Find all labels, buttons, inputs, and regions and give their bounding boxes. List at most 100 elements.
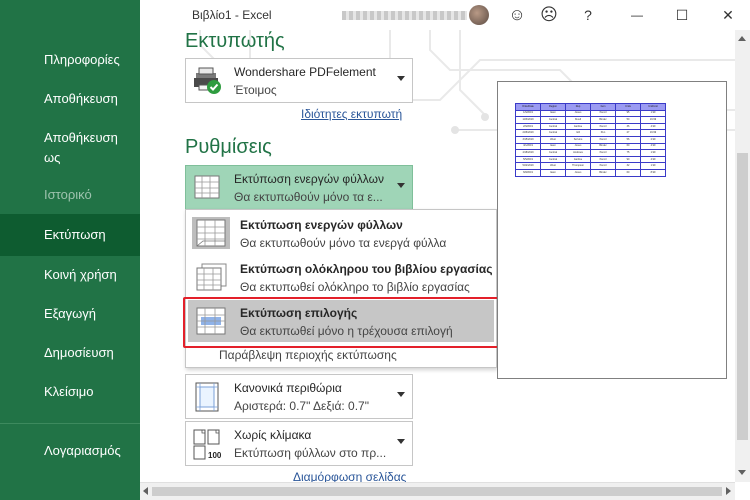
preview-cell: Central — [540, 155, 566, 164]
preview-row: 2/9/2019 Central Jardine Pencil 36 4.99 — [515, 122, 666, 131]
preview-cell: 19.99 — [640, 129, 666, 137]
nav-print[interactable]: Εκτύπωση — [0, 214, 140, 256]
scroll-left-icon[interactable] — [143, 487, 148, 495]
nav-share[interactable]: Κοινή χρήση — [0, 265, 140, 285]
preview-cell: Central — [540, 129, 566, 137]
preview-cell: Central — [540, 149, 566, 157]
preview-cell: 8.99 — [640, 168, 666, 177]
print-preview-page: OrderDate Region Rep Item Units UnitCost 1/6/2… — [497, 81, 727, 379]
help-button[interactable]: ? — [577, 4, 599, 26]
entire-workbook-icon — [196, 263, 227, 291]
menu-item-print-active-sheets[interactable]: Εκτύπωση ενεργών φύλλων Θα εκτυπωθούν μό… — [188, 212, 494, 254]
vertical-scrollbar[interactable] — [735, 30, 750, 482]
printer-name: Wondershare PDFelement — [234, 65, 376, 79]
minimize-button[interactable]: — — [626, 4, 648, 26]
vertical-scroll-thumb[interactable] — [737, 153, 748, 440]
preview-cell: Jones — [565, 168, 591, 177]
menu-item-title: Εκτύπωση ενεργών φύλλων — [240, 218, 403, 232]
nav-account[interactable]: Λογαριασμός — [0, 441, 140, 461]
menu-item-print-selection[interactable]: Εκτύπωση επιλογής Θα εκτυπωθεί μόνο η τρ… — [188, 300, 494, 342]
preview-cell: 4.99 — [640, 155, 666, 164]
preview-cell: Sorvino — [565, 135, 591, 144]
preview-cell: Andrews — [565, 149, 591, 157]
nav-export[interactable]: Εξαγωγή — [0, 304, 140, 324]
preview-cell: West — [540, 162, 566, 170]
preview-table: OrderDate Region Rep Item Units UnitCost 1/6/2… — [515, 103, 666, 177]
scaling-icon-label: 100 — [208, 451, 222, 460]
preview-cell: 90 — [615, 155, 641, 164]
preview-row: 4/18/2019 Central Andrews Pencil 75 1.99 — [515, 149, 666, 157]
menu-item-title: Εκτύπωση επιλογής — [240, 306, 358, 320]
window-title: Βιβλίο1 - Excel — [192, 8, 272, 22]
preview-cell: Central — [540, 122, 566, 131]
preview-cell: Jardine — [565, 122, 591, 131]
nav-save-as[interactable]: Αποθήκευση ως — [0, 128, 140, 168]
frown-icon[interactable]: ☹ — [538, 4, 560, 26]
preview-cell: Item — [590, 103, 616, 111]
nav-info[interactable]: Πληροφορίες — [0, 50, 140, 70]
menu-item-print-entire-workbook[interactable]: Εκτύπωση ολόκληρου του βιβλίου εργασίας … — [188, 256, 494, 298]
preview-row: 3/15/2019 West Sorvino Pencil 56 2.99 — [515, 135, 666, 144]
preview-cell: 50 — [615, 116, 641, 124]
menu-item-desc: Θα εκτυπωθούν μόνο τα ενεργά φύλλα — [240, 236, 447, 250]
preview-cell: Kivell — [565, 116, 591, 124]
user-avatar[interactable] — [469, 5, 489, 25]
preview-cell: Pencil — [590, 109, 616, 118]
preview-cell: Pencil — [590, 155, 616, 164]
backstage-sidebar: Πληροφορίες Αποθήκευση Αποθήκευση ως Ιστ… — [0, 0, 140, 500]
nav-publish[interactable]: Δημοσίευση — [0, 343, 140, 363]
preview-cell: OrderDate — [515, 103, 541, 111]
chevron-down-icon — [397, 392, 405, 397]
print-what-dropdown[interactable]: Εκτύπωση ενεργών φύλλων Θα εκτυπωθούν μό… — [185, 165, 413, 210]
preview-cell: Jones — [565, 109, 591, 118]
preview-cell: 56 — [615, 135, 641, 144]
preview-cell: 6/8/2019 — [515, 168, 541, 177]
preview-cell: 19.99 — [640, 116, 666, 124]
horizontal-scroll-thumb[interactable] — [152, 487, 722, 496]
printer-properties-link[interactable]: Ιδιότητες εκτυπωτή — [301, 107, 402, 121]
preview-cell: East — [540, 142, 566, 151]
preview-cell: Pen — [590, 129, 616, 137]
ignore-print-area-option[interactable]: Παράβλεψη περιοχής εκτύπωσης — [219, 348, 397, 362]
nav-history: Ιστορικό — [44, 187, 92, 202]
scroll-up-icon[interactable] — [738, 36, 746, 41]
nav-save[interactable]: Αποθήκευση — [0, 89, 140, 109]
horizontal-scrollbar[interactable] — [140, 482, 735, 500]
preview-cell: 2.99 — [640, 135, 666, 144]
margins-title: Κανονικά περιθώρια — [234, 381, 342, 395]
preview-cell: 1/23/2019 — [515, 116, 541, 124]
preview-cell: Pencil — [590, 135, 616, 144]
smile-icon[interactable]: ☺ — [506, 4, 528, 26]
preview-row: 1/6/2019 East Jones Pencil 95 1.99 — [515, 109, 666, 118]
chevron-down-icon — [397, 183, 405, 188]
menu-item-title: Εκτύπωση ολόκληρου του βιβλίου εργασίας — [240, 262, 493, 276]
scaling-dropdown[interactable]: 100 Χωρίς κλίμακα Εκτύπωση φύλλων στο πρ… — [185, 421, 413, 466]
scroll-right-icon[interactable] — [726, 487, 731, 495]
margins-dropdown[interactable]: Κανονικά περιθώρια Αριστερά: 0.7" Δεξιά:… — [185, 374, 413, 419]
preview-row: 6/8/2019 East Jones Binder 60 8.99 — [515, 168, 666, 177]
preview-cell: 1.99 — [640, 109, 666, 118]
print-what-selected-desc: Θα εκτυπωθούν μόνο τα ε... — [234, 190, 383, 204]
page-setup-link[interactable]: Διαμόρφωση σελίδας — [293, 470, 406, 482]
preview-cell: Pencil — [590, 149, 616, 157]
chevron-down-icon — [397, 439, 405, 444]
print-what-menu: Εκτύπωση ενεργών φύλλων Θα εκτυπωθούν μό… — [185, 209, 497, 368]
preview-cell: Binder — [590, 142, 616, 151]
printer-dropdown[interactable]: Wondershare PDFelement Έτοιμος — [185, 58, 413, 103]
scroll-down-icon[interactable] — [738, 470, 746, 475]
preview-cell: Pencil — [590, 122, 616, 131]
preview-cell: Region — [540, 103, 566, 111]
menu-item-desc: Θα εκτυπωθεί μόνο η τρέχουσα επιλογή — [240, 324, 453, 338]
preview-cell: 4/18/2019 — [515, 149, 541, 157]
settings-heading: Ρυθμίσεις — [185, 136, 272, 158]
nav-save-as-label-line1: Αποθήκευση — [44, 130, 118, 145]
nav-separator — [0, 423, 140, 424]
title-bar: Βιβλίο1 - Excel ☺ ☹ ? — ☐ ✕ — [140, 0, 750, 30]
printer-status: Έτοιμος — [234, 83, 277, 97]
restore-button[interactable]: ☐ — [671, 4, 693, 26]
preview-header-row: OrderDate Region Rep Item Units UnitCost — [515, 103, 666, 111]
nav-close[interactable]: Κλείσιμο — [0, 382, 140, 402]
close-button[interactable]: ✕ — [717, 4, 739, 26]
preview-cell: UnitCost — [640, 103, 666, 111]
print-what-selected-title: Εκτύπωση ενεργών φύλλων — [234, 172, 384, 186]
